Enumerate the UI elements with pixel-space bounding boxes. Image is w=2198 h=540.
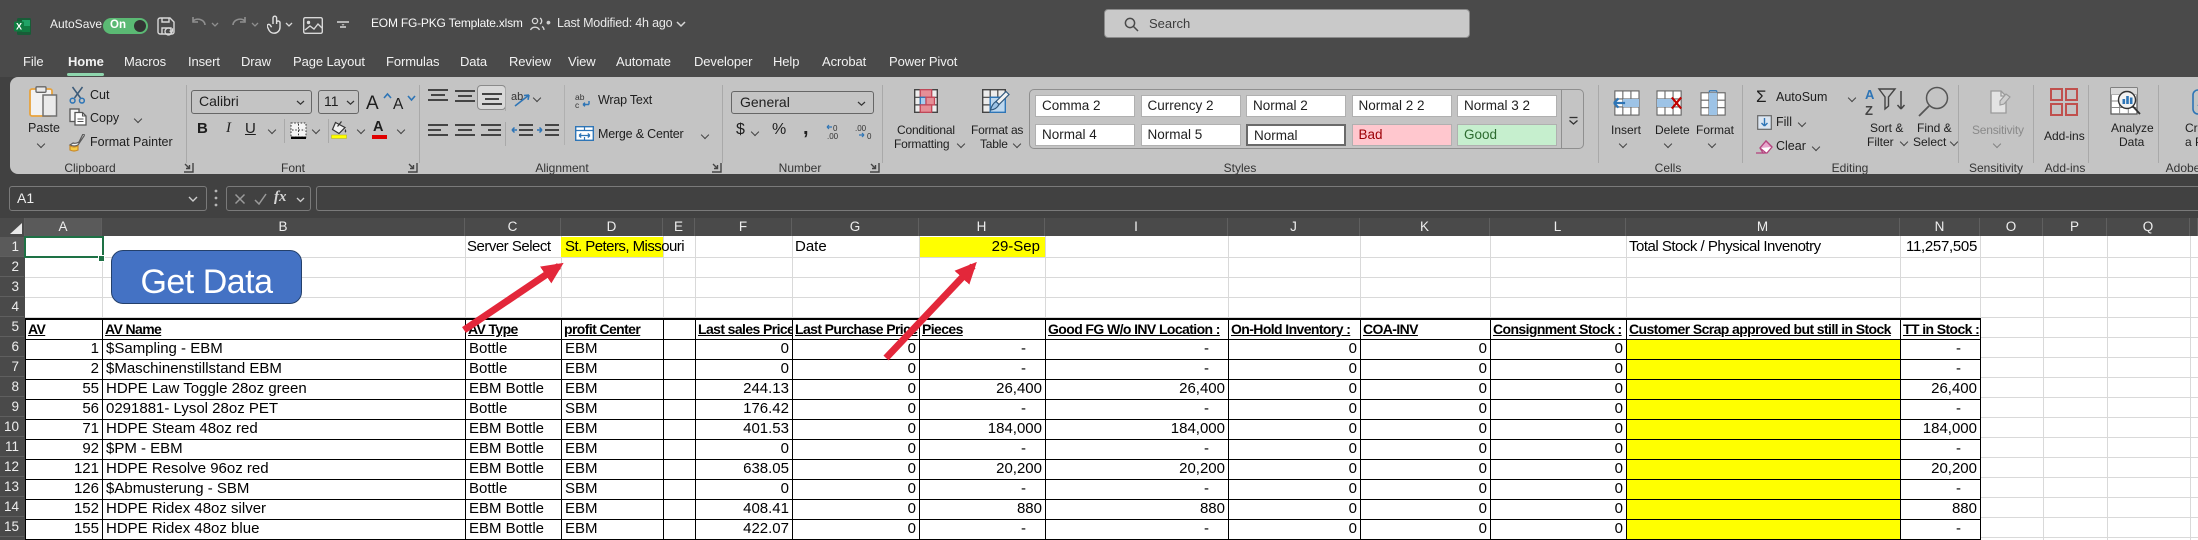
svg-text:A: A xyxy=(366,93,379,113)
svg-text:0: 0 xyxy=(867,132,872,140)
svg-text:A: A xyxy=(393,96,404,113)
svg-text:Z: Z xyxy=(1865,103,1873,117)
svg-text:A: A xyxy=(1865,87,1875,102)
svg-text:.00: .00 xyxy=(855,124,867,133)
svg-text:.00: .00 xyxy=(827,132,839,140)
svg-text:X: X xyxy=(16,22,22,32)
